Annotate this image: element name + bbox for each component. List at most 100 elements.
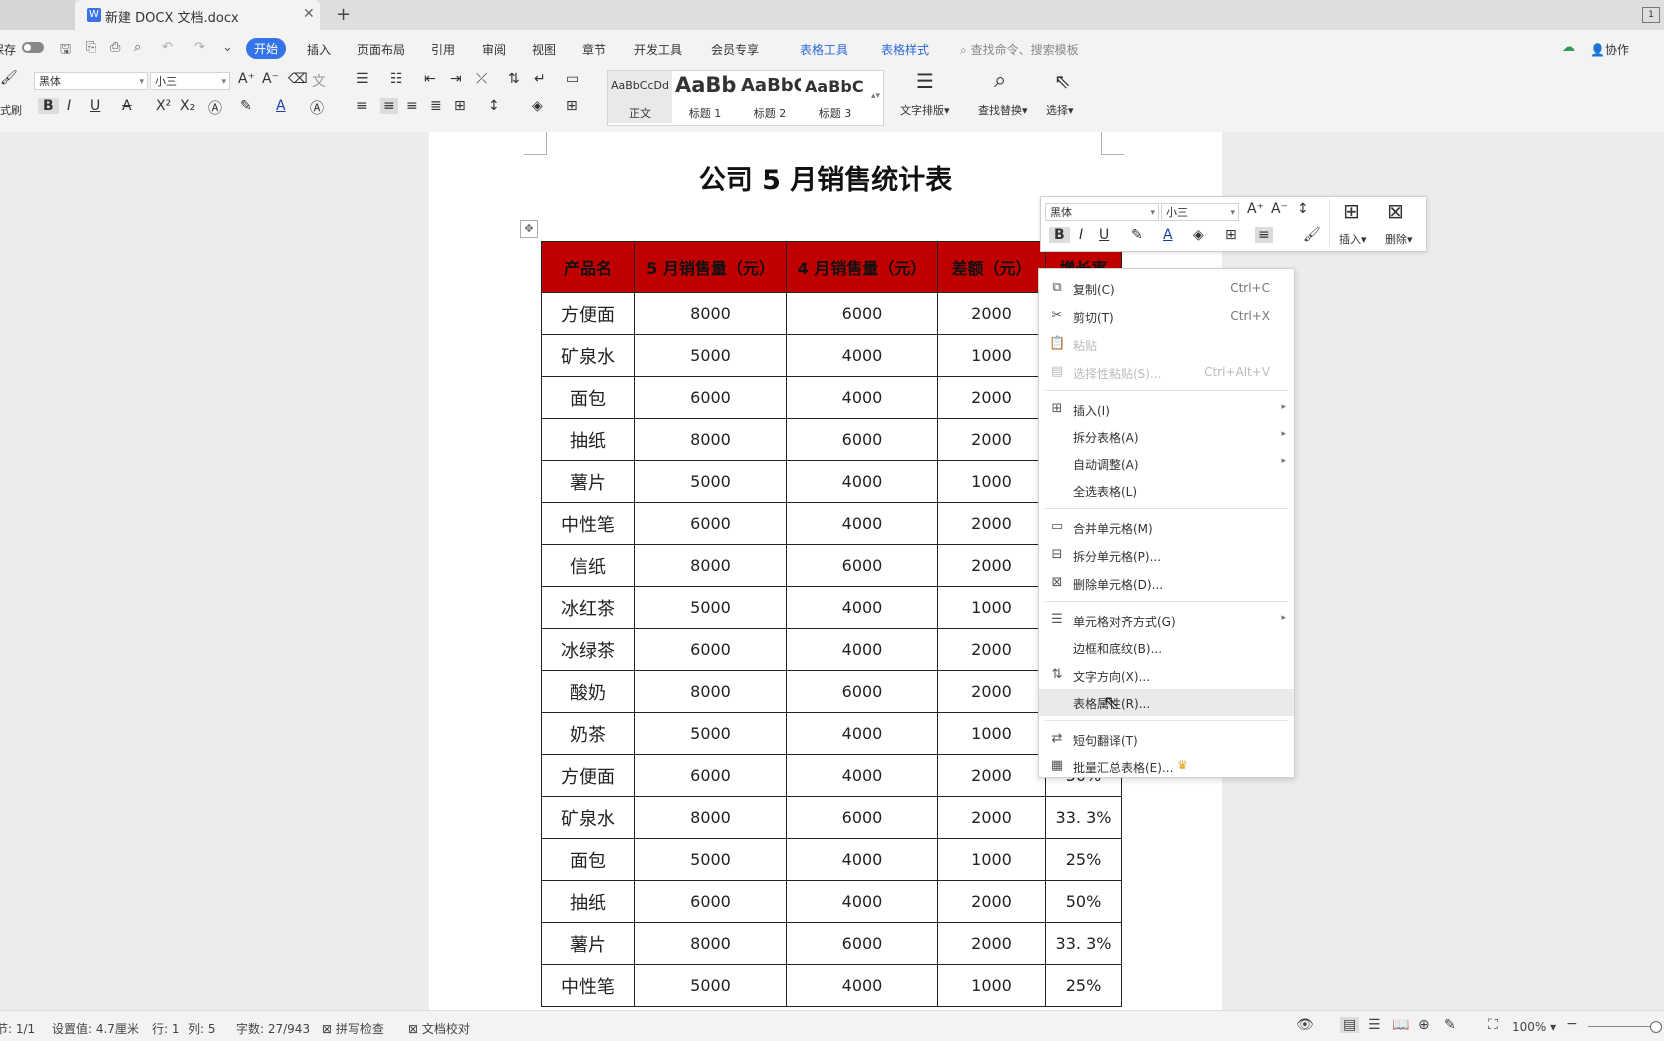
- cell-april-sales[interactable]: 4000: [786, 334, 938, 377]
- cell-april-sales[interactable]: 4000: [786, 376, 938, 419]
- text-effect-icon[interactable]: Ⓐ: [208, 98, 222, 118]
- cell-may-sales[interactable]: 8000: [634, 292, 787, 335]
- menu-chapter[interactable]: 章节: [582, 41, 606, 58]
- mini-line-spacing-icon[interactable]: ↕: [1297, 201, 1309, 217]
- cell-product[interactable]: 面包: [541, 376, 635, 419]
- format-painter-icon[interactable]: ⎘: [86, 40, 96, 55]
- align-right-icon[interactable]: ≡: [406, 98, 418, 114]
- table-move-handle-icon[interactable]: ✥: [520, 220, 538, 238]
- phonetic-guide-icon[interactable]: 文: [312, 71, 326, 91]
- mini-format-painter-icon[interactable]: 🖌: [1303, 227, 1321, 243]
- cell-difference[interactable]: 1000: [937, 838, 1046, 881]
- mini-font-name-select[interactable]: 黑体: [1045, 203, 1159, 222]
- menu-review[interactable]: 审阅: [482, 41, 506, 58]
- ctx-paste-special[interactable]: ▤ 选择性粘贴(S)... Ctrl+Alt+V: [1039, 359, 1294, 386]
- zoom-level[interactable]: 100% ▾: [1512, 1020, 1556, 1034]
- status-word-count[interactable]: 字数: 27/943: [236, 1020, 310, 1037]
- cell-april-sales[interactable]: 6000: [786, 544, 938, 587]
- cell-difference[interactable]: 2000: [937, 544, 1046, 587]
- cell-may-sales[interactable]: 8000: [634, 544, 787, 587]
- cell-product[interactable]: 抽纸: [541, 418, 635, 461]
- find-replace-icon[interactable]: ⌕: [994, 68, 1006, 93]
- menu-table-tools[interactable]: 表格工具: [800, 41, 848, 58]
- cell-difference[interactable]: 2000: [937, 502, 1046, 545]
- new-tab-icon[interactable]: +: [336, 4, 351, 25]
- save-icon[interactable]: 🖫: [60, 40, 71, 62]
- cell-product[interactable]: 矿泉水: [541, 796, 635, 839]
- ctx-copy[interactable]: ⧉ 复制(C) Ctrl+C: [1039, 275, 1294, 302]
- cell-may-sales[interactable]: 6000: [634, 502, 787, 545]
- cell-product[interactable]: 信纸: [541, 544, 635, 587]
- redo-icon[interactable]: ↷: [194, 40, 205, 55]
- format-painter-button-icon[interactable]: 🖌: [0, 70, 18, 86]
- cell-difference[interactable]: 2000: [937, 418, 1046, 461]
- mini-delete-table-icon[interactable]: ⊠: [1387, 199, 1404, 223]
- text-layout-icon[interactable]: ☰: [916, 69, 934, 93]
- bold-icon[interactable]: B: [38, 98, 59, 114]
- web-view-icon[interactable]: ⊕: [1418, 1017, 1430, 1033]
- decrease-indent-icon[interactable]: ⇤: [424, 71, 436, 87]
- mini-insert-label[interactable]: 插入▾: [1339, 231, 1367, 247]
- header-product[interactable]: 产品名: [541, 241, 635, 293]
- cell-april-sales[interactable]: 6000: [786, 922, 938, 965]
- line-spacing-icon[interactable]: ↕: [488, 98, 500, 114]
- numbering-icon[interactable]: ☷: [390, 71, 403, 87]
- menu-insert[interactable]: 插入: [307, 41, 331, 58]
- cell-difference[interactable]: 1000: [937, 460, 1046, 503]
- ctx-cell-alignment[interactable]: ☰ 单元格对齐方式(G) ▸: [1039, 607, 1294, 634]
- reading-view-icon[interactable]: 📖: [1392, 1017, 1409, 1033]
- fit-page-icon[interactable]: ⛶: [1488, 1017, 1498, 1033]
- mini-delete-label[interactable]: 删除▾: [1385, 231, 1413, 247]
- align-center-icon[interactable]: ≡: [380, 98, 398, 114]
- cell-product[interactable]: 矿泉水: [541, 334, 635, 377]
- cell-april-sales[interactable]: 4000: [786, 838, 938, 881]
- style-heading-2[interactable]: AaBbC 标题 2: [738, 71, 802, 123]
- style-heading-1[interactable]: AaBb 标题 1: [672, 71, 738, 123]
- menu-home[interactable]: 开始: [246, 38, 287, 59]
- cell-product[interactable]: 酸奶: [541, 670, 635, 713]
- ctx-translate[interactable]: ⇄ 短句翻译(T): [1039, 726, 1294, 753]
- increase-indent-icon[interactable]: ⇥: [450, 71, 462, 87]
- cell-may-sales[interactable]: 8000: [634, 418, 787, 461]
- cell-product[interactable]: 薯片: [541, 460, 635, 503]
- mini-align-icon[interactable]: ≡: [1255, 227, 1273, 243]
- print-preview-icon[interactable]: ⌕: [134, 40, 141, 55]
- mini-borders-icon[interactable]: ⊞: [1225, 227, 1237, 243]
- character-border-icon[interactable]: Ⓐ: [310, 98, 324, 118]
- cell-april-sales[interactable]: 4000: [786, 712, 938, 755]
- cell-product[interactable]: 面包: [541, 838, 635, 881]
- cell-may-sales[interactable]: 5000: [634, 964, 787, 1007]
- command-search[interactable]: ⌕ 查找命令、搜索模板: [960, 41, 1079, 58]
- cell-april-sales[interactable]: 4000: [786, 502, 938, 545]
- menu-page-layout[interactable]: 页面布局: [357, 41, 405, 58]
- header-april-sales[interactable]: 4 月销售量（元）: [786, 241, 938, 293]
- status-column[interactable]: 列: 5: [188, 1020, 216, 1037]
- justify-icon[interactable]: ≣: [430, 98, 442, 114]
- autosave-toggle[interactable]: [22, 42, 44, 53]
- ctx-delete-cells[interactable]: ⊠ 删除单元格(D)...: [1039, 570, 1294, 597]
- menu-references[interactable]: 引用: [431, 41, 455, 58]
- zoom-slider-thumb[interactable]: [1650, 1021, 1662, 1033]
- cell-difference[interactable]: 2000: [937, 628, 1046, 671]
- cell-april-sales[interactable]: 4000: [786, 880, 938, 923]
- cell-product[interactable]: 方便面: [541, 292, 635, 335]
- sales-table[interactable]: 产品名 5 月销售量（元） 4 月销售量（元） 差额（元） 增长率 方便面800…: [541, 241, 1122, 1007]
- header-may-sales[interactable]: 5 月销售量（元）: [634, 241, 787, 293]
- cell-growth-rate[interactable]: 33. 3%: [1045, 796, 1122, 839]
- style-normal[interactable]: AaBbCcDd 正文: [608, 71, 672, 123]
- style-heading-3[interactable]: AaBbC 标题 3: [802, 71, 868, 123]
- undo-icon[interactable]: ↶: [162, 40, 173, 55]
- cell-difference[interactable]: 1000: [937, 712, 1046, 755]
- print-icon[interactable]: ⎙: [110, 40, 120, 55]
- select-label[interactable]: 选择▾: [1046, 102, 1074, 118]
- doc-proof-button[interactable]: ⊠ 文档校对: [408, 1020, 470, 1037]
- shrink-font-icon[interactable]: A⁻: [262, 71, 279, 87]
- cloud-sync-icon[interactable]: ☁: [1562, 40, 1575, 55]
- subscript-icon[interactable]: X₂: [180, 98, 195, 114]
- collaborate-button[interactable]: 👤协作: [1590, 41, 1629, 58]
- mini-shading-icon[interactable]: ◈: [1193, 227, 1204, 243]
- mini-highlight-icon[interactable]: ✎: [1131, 227, 1143, 243]
- mini-shrink-font-icon[interactable]: A⁻: [1271, 201, 1288, 217]
- cell-difference[interactable]: 2000: [937, 922, 1046, 965]
- zoom-slider[interactable]: [1588, 1026, 1658, 1027]
